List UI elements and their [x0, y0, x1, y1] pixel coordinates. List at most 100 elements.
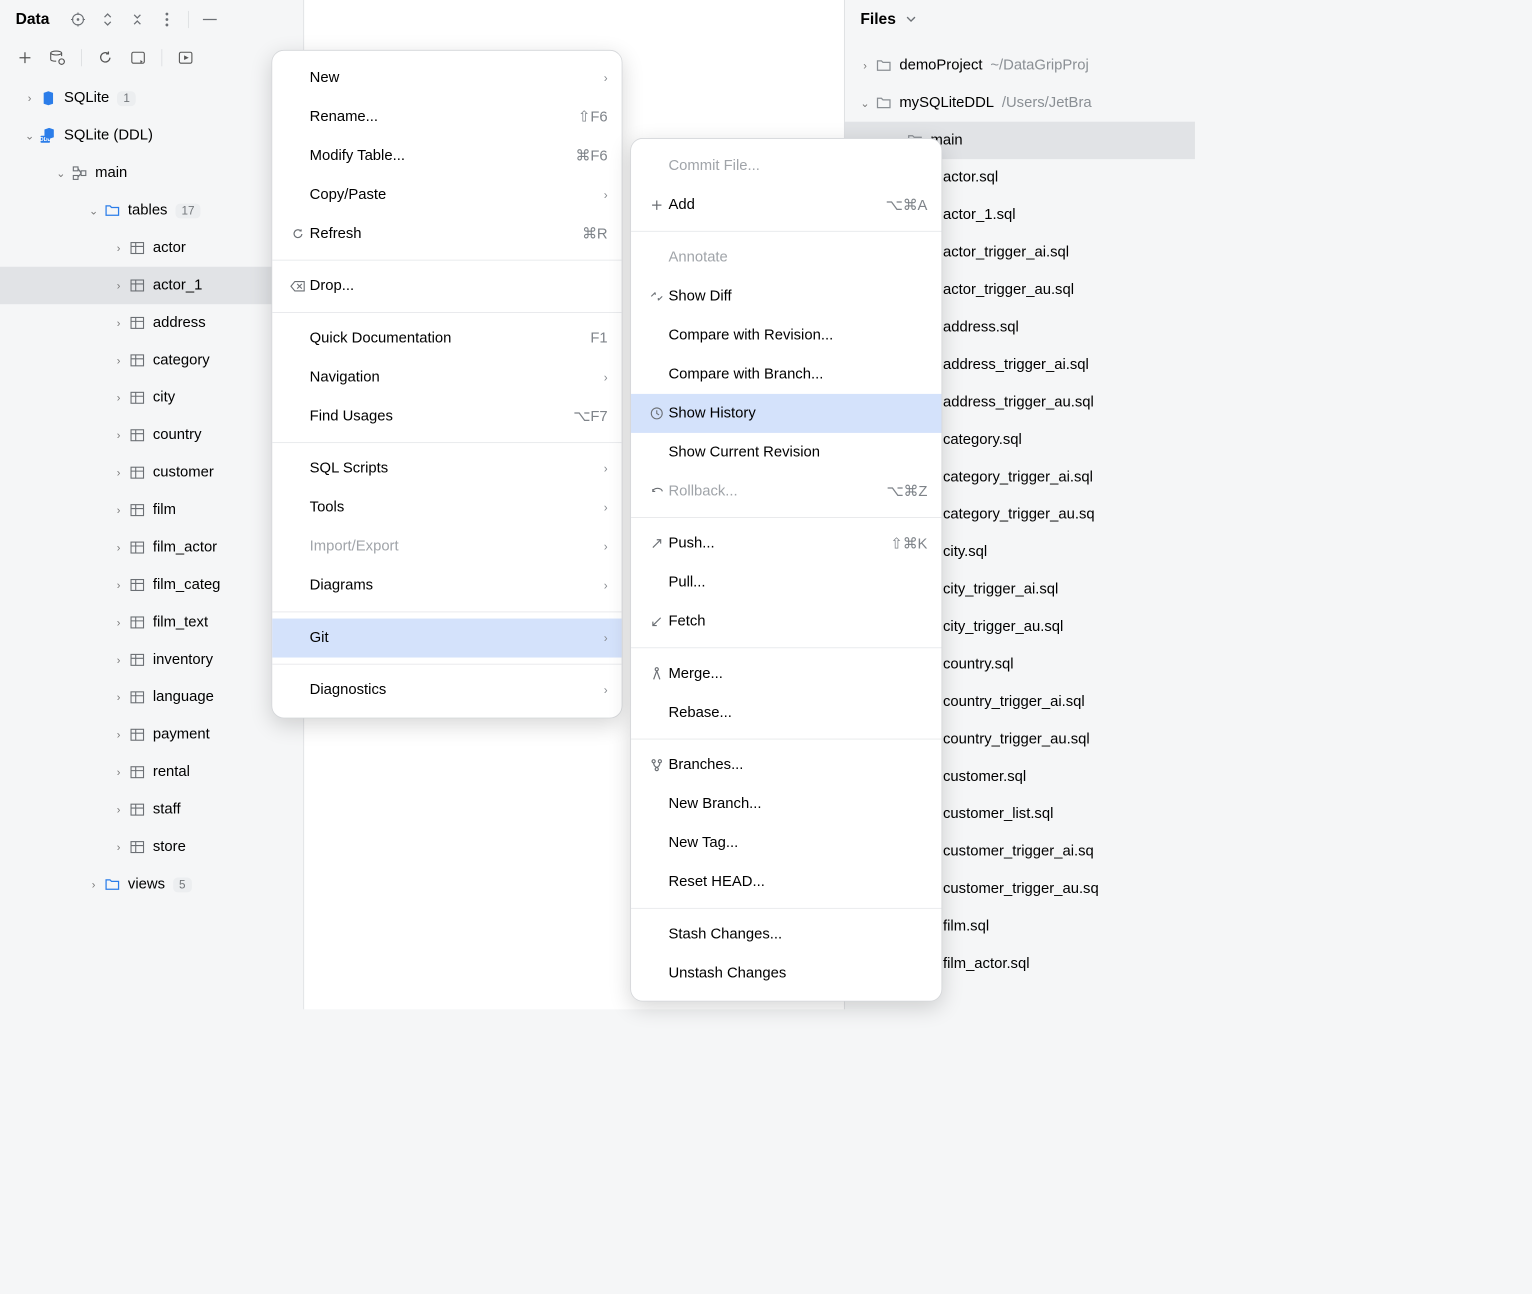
chevron-right-icon: ›	[109, 429, 128, 441]
tree-table[interactable]: ›film_categ	[0, 566, 303, 603]
tree-table[interactable]: ›store	[0, 828, 303, 865]
refresh-icon[interactable]	[96, 48, 115, 67]
menu-item[interactable]: Quick DocumentationF1	[272, 319, 621, 358]
table-icon	[128, 463, 147, 482]
menu-item[interactable]: Tools›	[272, 488, 621, 527]
menu-item[interactable]: Git›	[272, 619, 621, 658]
menu-item[interactable]: Navigation›	[272, 358, 621, 397]
chevron-right-icon: ›	[109, 354, 128, 366]
file-name: city_trigger_ai.sql	[943, 581, 1058, 598]
tree-table[interactable]: ›customer	[0, 454, 303, 491]
project-root[interactable]: ⌄ mySQLiteDDL /Users/JetBra	[845, 84, 1195, 121]
minimize-icon[interactable]	[202, 11, 219, 28]
menu-shortcut: ⌥F7	[573, 408, 607, 426]
menu-item[interactable]: Rebase...	[631, 693, 941, 732]
table-icon	[128, 651, 147, 670]
menu-item[interactable]: Drop...	[272, 267, 621, 306]
target-icon[interactable]	[70, 11, 87, 28]
chevron-right-icon: ›	[109, 279, 128, 291]
menu-item[interactable]: Modify Table...⌘F6	[272, 137, 621, 176]
table-name: inventory	[153, 651, 213, 668]
tree-table[interactable]: ›address	[0, 304, 303, 341]
menu-item[interactable]: Unstash Changes	[631, 954, 941, 993]
chevron-right-icon: ›	[109, 616, 128, 628]
file-name: address.sql	[943, 319, 1019, 336]
table-icon	[128, 763, 147, 782]
menu-item[interactable]: Branches...	[631, 746, 941, 785]
menu-label: Fetch	[668, 613, 927, 630]
menu-item[interactable]: Show History	[631, 394, 941, 433]
menu-item[interactable]: Pull...	[631, 563, 941, 602]
tree-table[interactable]: ›city	[0, 379, 303, 416]
tree-table[interactable]: ›language	[0, 679, 303, 716]
tree-table[interactable]: ›film	[0, 491, 303, 528]
menu-item[interactable]: New Branch...	[631, 785, 941, 824]
git-submenu: Commit File...Add⌥⌘AAnnotateShow DiffCom…	[630, 138, 942, 1001]
menu-item[interactable]: Merge...	[631, 654, 941, 693]
menu-separator	[631, 517, 941, 518]
tree-schema-main[interactable]: ⌄ main	[0, 154, 303, 191]
project-root[interactable]: › demoProject ~/DataGripProj	[845, 47, 1195, 84]
menu-label: SQL Scripts	[310, 460, 588, 477]
menu-item[interactable]: Diagnostics›	[272, 671, 621, 710]
tree-folder-views[interactable]: › views 5	[0, 866, 303, 903]
datasource-settings-icon[interactable]	[48, 48, 67, 67]
run-icon[interactable]	[176, 48, 195, 67]
menu-item[interactable]: Refresh⌘R	[272, 214, 621, 253]
menu-item[interactable]: Show Diff	[631, 277, 941, 316]
menu-item[interactable]: Copy/Paste›	[272, 176, 621, 215]
database-icon	[39, 89, 58, 108]
tree-folder-tables[interactable]: ⌄ tables 17	[0, 192, 303, 229]
table-name: country	[153, 427, 202, 444]
menu-item: Import/Export›	[272, 527, 621, 566]
menu-item[interactable]: Reset HEAD...	[631, 863, 941, 902]
menu-label: Rollback...	[668, 483, 863, 500]
chevron-right-icon: ›	[109, 317, 128, 329]
menu-item[interactable]: Find Usages⌥F7	[272, 397, 621, 436]
clock-icon	[645, 406, 668, 420]
tree-table[interactable]: ›film_text	[0, 604, 303, 641]
menu-item[interactable]: Compare with Branch...	[631, 355, 941, 394]
menu-label: Branches...	[668, 757, 927, 774]
menu-item[interactable]: Fetch	[631, 602, 941, 641]
chevron-down-icon[interactable]	[902, 11, 919, 28]
table-name: language	[153, 689, 214, 706]
tree-table[interactable]: ›rental	[0, 753, 303, 790]
menu-item[interactable]: Diagrams›	[272, 566, 621, 605]
tree-table[interactable]: ›film_actor	[0, 529, 303, 566]
tree-table[interactable]: ›actor	[0, 229, 303, 266]
menu-item[interactable]: New›	[272, 58, 621, 97]
menu-item[interactable]: SQL Scripts ›	[272, 449, 621, 488]
menu-item[interactable]: Compare with Revision...	[631, 316, 941, 355]
file-name: address_trigger_au.sql	[943, 394, 1094, 411]
collapse-icon[interactable]	[129, 11, 146, 28]
expand-icon[interactable]	[99, 11, 116, 28]
folder-icon	[874, 56, 893, 75]
chevron-down-icon: ⌄	[51, 167, 70, 180]
more-icon[interactable]	[159, 11, 176, 28]
chevron-right-icon: ›	[604, 684, 608, 697]
menu-item[interactable]: New Tag...	[631, 824, 941, 863]
query-console-icon[interactable]	[129, 48, 148, 67]
tree-table[interactable]: ›actor_1	[0, 267, 303, 304]
folder-icon	[874, 94, 893, 113]
tree-datasource-sqlite-ddl[interactable]: ⌄ DDL SQLite (DDL)	[0, 117, 303, 154]
tree-table[interactable]: ›payment	[0, 716, 303, 753]
menu-item[interactable]: Stash Changes...	[631, 915, 941, 954]
menu-item[interactable]: Show Current Revision	[631, 433, 941, 472]
tree-table[interactable]: ›staff	[0, 791, 303, 828]
menu-item[interactable]: Add⌥⌘A	[631, 186, 941, 225]
separator	[81, 49, 82, 66]
diff-icon	[645, 290, 668, 302]
menu-separator	[272, 442, 621, 443]
tree-table[interactable]: › country	[0, 417, 303, 454]
tree-table[interactable]: ›inventory	[0, 641, 303, 678]
table-icon	[128, 239, 147, 258]
tree-datasource-sqlite[interactable]: › SQLite 1	[0, 80, 303, 117]
chevron-right-icon: ›	[604, 462, 608, 475]
menu-item[interactable]: Push...⇧⌘K	[631, 524, 941, 563]
add-icon[interactable]	[16, 48, 35, 67]
tree-table[interactable]: ›category	[0, 342, 303, 379]
table-icon	[128, 351, 147, 370]
menu-item[interactable]: Rename...⇧F6	[272, 98, 621, 137]
